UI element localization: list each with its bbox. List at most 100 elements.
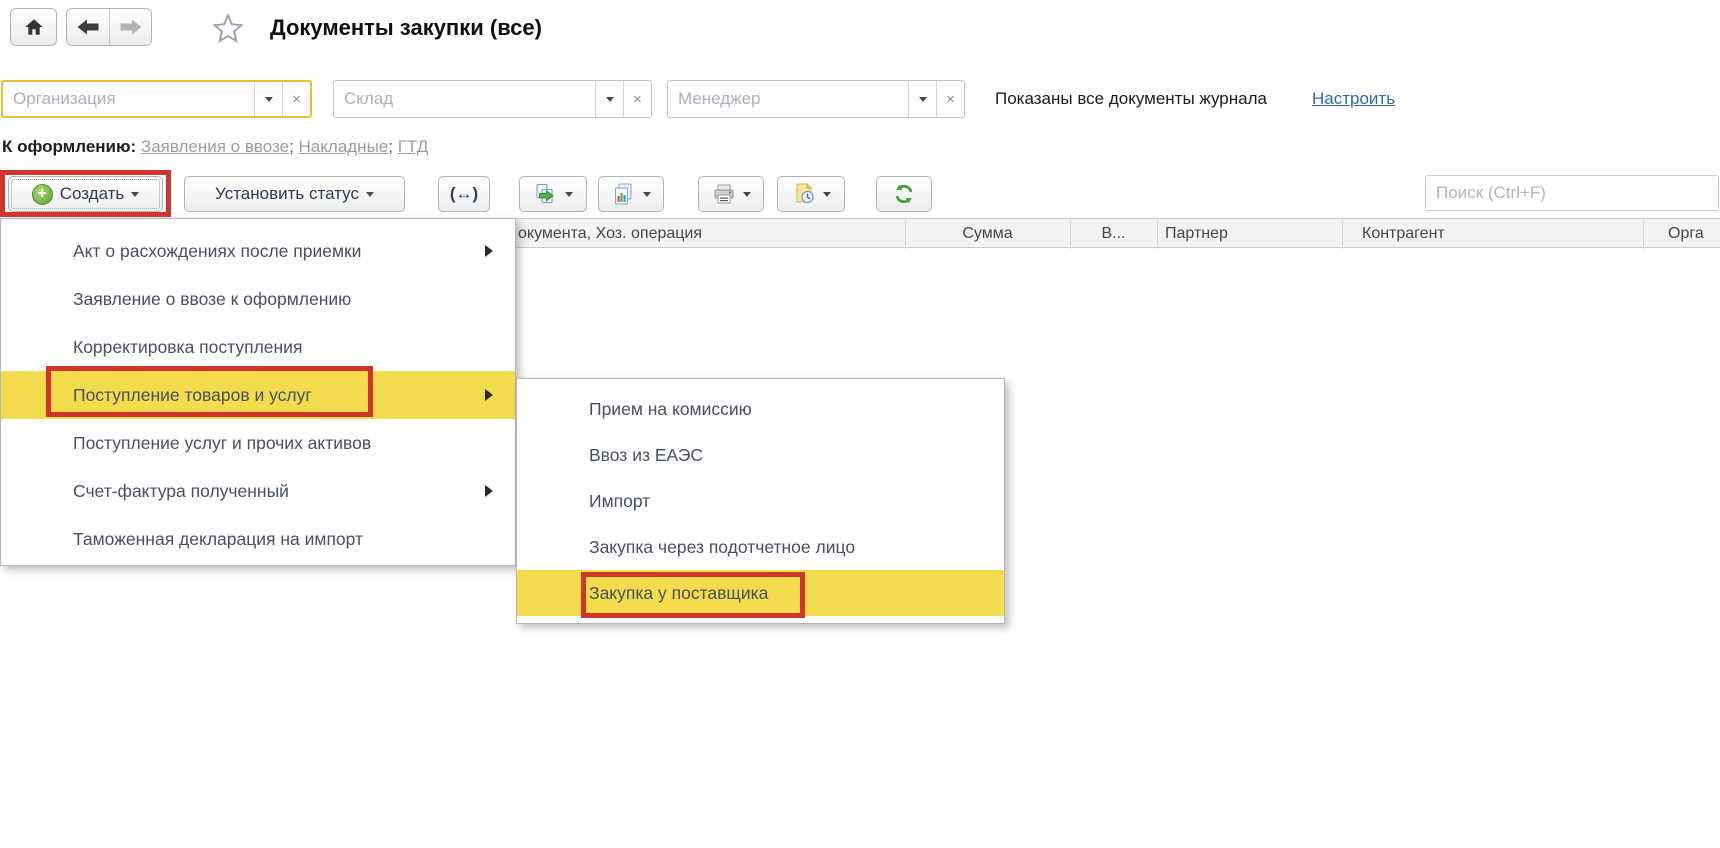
search-field: [1425, 175, 1719, 211]
column-width-button[interactable]: (↔): [438, 176, 490, 212]
pending-link-waybills[interactable]: Накладные: [299, 137, 389, 156]
refresh-button[interactable]: [876, 176, 932, 212]
manager-input[interactable]: [668, 81, 908, 117]
chevron-down-icon: [919, 97, 927, 102]
menu-item-label: Корректировка поступления: [73, 337, 302, 358]
print-button[interactable]: [698, 176, 764, 212]
chevron-down-icon: [743, 192, 751, 197]
warehouse-filter: ×: [333, 80, 652, 118]
purchase-documents-window: Документы закупки (все) × × × Показаны в…: [0, 0, 1720, 848]
menu-item-label: Импорт: [589, 491, 650, 512]
clear-icon: ×: [292, 92, 301, 107]
menu-item-discrepancy-act[interactable]: Акт о расхождениях после приемки: [1, 227, 515, 275]
column-header-counterparty[interactable]: Контрагент: [1362, 219, 1445, 249]
menu-item-goods-services-receipt[interactable]: Поступление товаров и услуг: [1, 371, 515, 419]
reports-button[interactable]: [598, 176, 664, 212]
journal-note: Показаны все документы журнала: [995, 89, 1267, 109]
organization-dropdown-button[interactable]: [254, 82, 282, 116]
organization-input[interactable]: [3, 82, 254, 116]
menu-item-label: Таможенная декларация на импорт: [73, 529, 363, 550]
pending-label: К оформлению:: [2, 137, 136, 156]
width-toggle-icon: (↔): [450, 184, 478, 204]
column-header-organization[interactable]: Орга: [1668, 219, 1704, 249]
organization-filter: ×: [1, 80, 312, 118]
create-dropdown-menu: Акт о расхождениях после приемки Заявлен…: [0, 218, 516, 566]
document-schedule-button[interactable]: [777, 176, 845, 212]
submenu-item-accountable-person-purchase[interactable]: Закупка через подотчетное лицо: [517, 524, 1004, 570]
clear-icon: ×: [946, 92, 955, 107]
pending-row: К оформлению: Заявления о ввозе; Накладн…: [2, 137, 428, 157]
chevron-down-icon: [366, 192, 374, 197]
column-separator[interactable]: [1157, 219, 1158, 249]
column-header-sum[interactable]: Сумма: [905, 219, 1070, 249]
menu-item-services-other-assets[interactable]: Поступление услуг и прочих активов: [1, 419, 515, 467]
submenu-item-eaeu-import[interactable]: Ввоз из ЕАЭС: [517, 432, 1004, 478]
home-icon: [23, 16, 45, 38]
favorite-star-icon[interactable]: [212, 12, 244, 44]
manager-dropdown-button[interactable]: [908, 81, 936, 117]
forward-button[interactable]: [109, 9, 151, 45]
goods-receipt-submenu: Прием на комиссию Ввоз из ЕАЭС Импорт За…: [516, 378, 1005, 624]
manager-clear-button[interactable]: ×: [936, 81, 964, 117]
report-chart-icon: [612, 182, 636, 206]
submenu-arrow-icon: [485, 389, 493, 401]
pending-link-import-applications[interactable]: Заявления о ввозе: [141, 137, 289, 156]
history-nav-group: [66, 8, 152, 46]
menu-item-customs-declaration[interactable]: Таможенная декларация на импорт: [1, 515, 515, 563]
manager-filter: ×: [667, 80, 965, 118]
submenu-arrow-icon: [485, 485, 493, 497]
load-documents-button[interactable]: [519, 176, 587, 212]
column-header-currency[interactable]: В...: [1070, 219, 1157, 249]
menu-item-import-application[interactable]: Заявление о ввозе к оформлению: [1, 275, 515, 323]
separator: ;: [388, 137, 393, 156]
configure-link[interactable]: Настроить: [1312, 89, 1395, 109]
chevron-down-icon: [606, 97, 614, 102]
menu-item-label: Закупка у поставщика: [589, 583, 768, 604]
column-separator[interactable]: [1342, 219, 1343, 249]
warehouse-dropdown-button[interactable]: [595, 81, 623, 117]
warehouse-input[interactable]: [334, 81, 595, 117]
clear-icon: ×: [633, 92, 642, 107]
documents-transfer-icon: [534, 182, 558, 206]
set-status-button[interactable]: Установить статус: [184, 176, 405, 212]
create-button-label: Создать: [60, 184, 125, 204]
menu-item-label: Поступление услуг и прочих активов: [73, 433, 371, 454]
menu-item-label: Акт о расхождениях после приемки: [73, 241, 361, 262]
print-icon: [712, 182, 736, 206]
forward-arrow-icon: [119, 18, 143, 36]
submenu-item-import[interactable]: Импорт: [517, 478, 1004, 524]
search-input[interactable]: [1426, 176, 1718, 210]
organization-clear-button[interactable]: ×: [282, 82, 310, 116]
menu-item-label: Счет-фактура полученный: [73, 481, 289, 502]
menu-item-label: Ввоз из ЕАЭС: [589, 445, 703, 466]
column-header-document[interactable]: окумента, Хоз. операция: [518, 219, 702, 249]
plus-icon: +: [32, 184, 53, 205]
chevron-down-icon: [131, 192, 139, 197]
menu-item-receipt-correction[interactable]: Корректировка поступления: [1, 323, 515, 371]
menu-item-invoice-received[interactable]: Счет-фактура полученный: [1, 467, 515, 515]
menu-item-label: Закупка через подотчетное лицо: [589, 537, 855, 558]
back-button[interactable]: [67, 9, 109, 45]
submenu-item-commission-acceptance[interactable]: Прием на комиссию: [517, 386, 1004, 432]
pending-link-gtd[interactable]: ГТД: [398, 137, 429, 156]
refresh-icon: [892, 182, 916, 206]
back-arrow-icon: [76, 18, 100, 36]
chevron-down-icon: [265, 97, 273, 102]
menu-item-label: Прием на комиссию: [589, 399, 752, 420]
chevron-down-icon: [823, 192, 831, 197]
submenu-item-supplier-purchase[interactable]: Закупка у поставщика: [517, 570, 1004, 616]
document-clock-icon: [792, 182, 816, 206]
submenu-arrow-icon: [485, 245, 493, 257]
chevron-down-icon: [565, 192, 573, 197]
menu-item-label: Заявление о ввозе к оформлению: [73, 289, 351, 310]
column-header-partner[interactable]: Партнер: [1165, 219, 1228, 249]
create-button[interactable]: + Создать: [8, 176, 163, 212]
chevron-down-icon: [643, 192, 651, 197]
warehouse-clear-button[interactable]: ×: [623, 81, 651, 117]
column-separator[interactable]: [1643, 219, 1644, 249]
menu-item-label: Поступление товаров и услуг: [73, 385, 312, 406]
home-button[interactable]: [10, 8, 57, 46]
separator: ;: [289, 137, 294, 156]
set-status-label: Установить статус: [215, 184, 359, 204]
page-title: Документы закупки (все): [270, 15, 542, 41]
